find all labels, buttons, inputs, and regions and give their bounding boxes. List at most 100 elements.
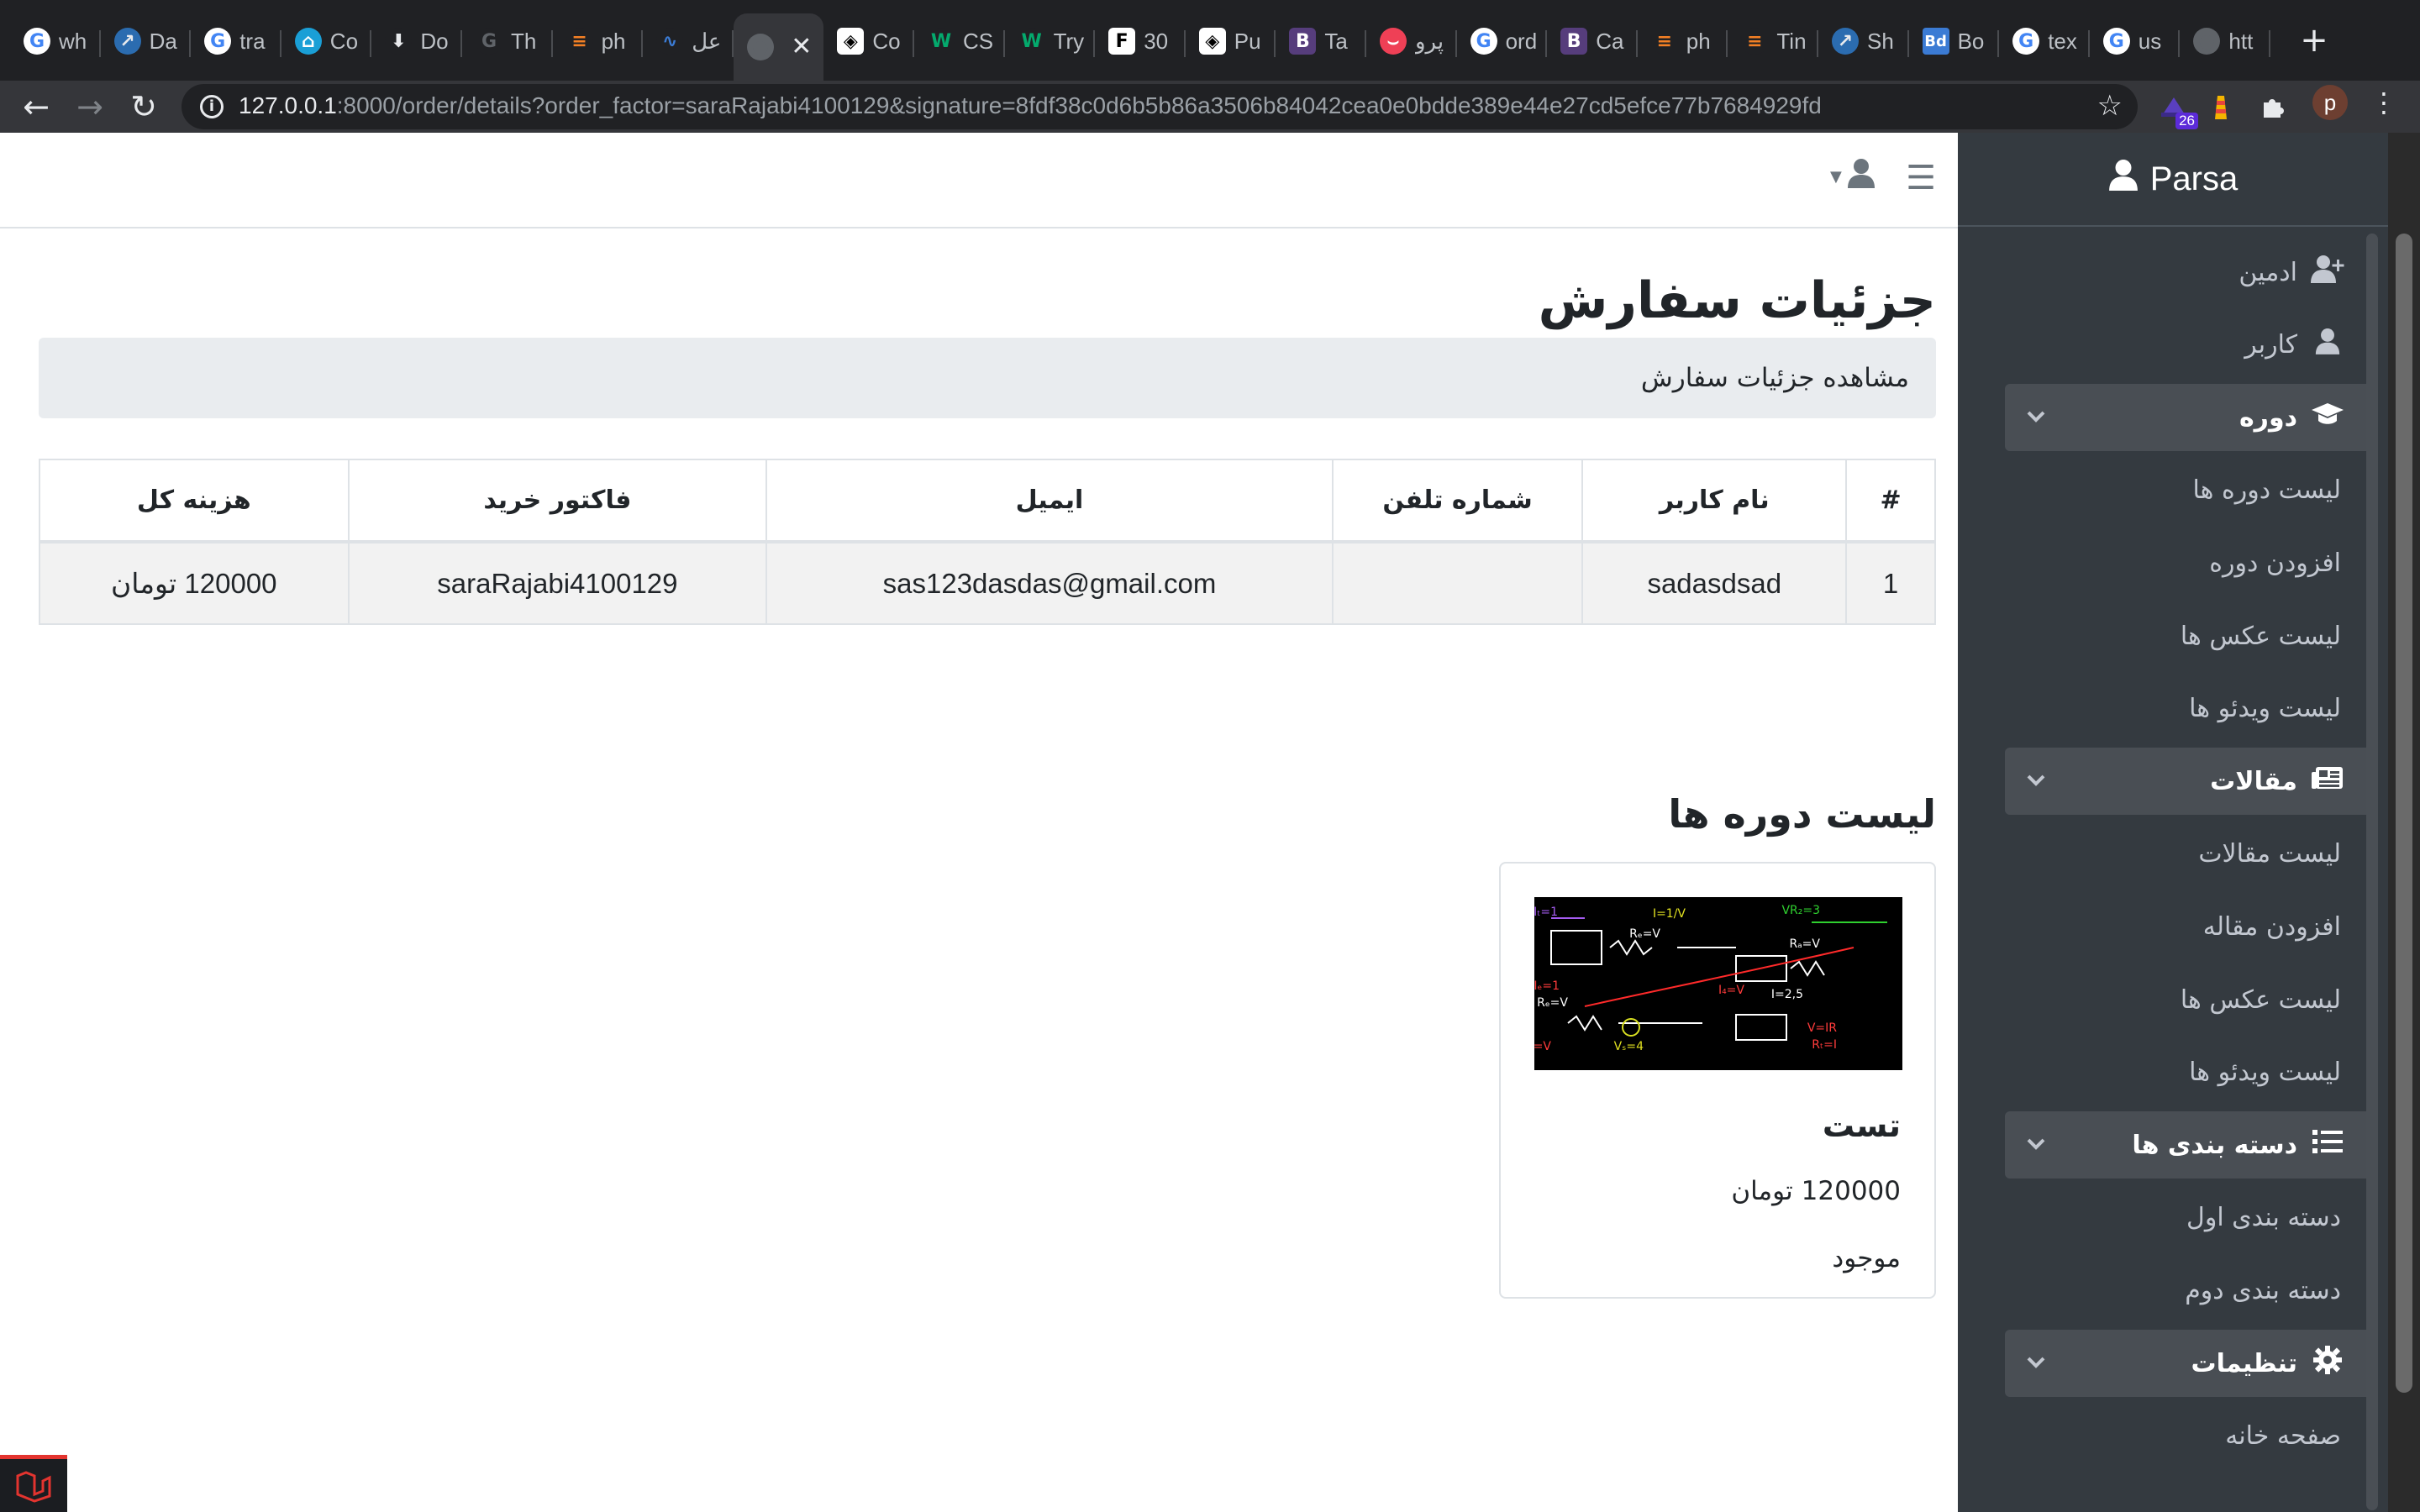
chevron-down-icon (2027, 1350, 2045, 1375)
sidebar-item-label: لیست مقالات (2198, 839, 2341, 869)
browser-tab[interactable]: ◈ Co (823, 13, 914, 69)
browser-tab[interactable]: ↗ Da (101, 13, 192, 69)
page-scrollbar[interactable] (2388, 133, 2420, 1512)
browser-tab[interactable]: F 30 (1095, 13, 1186, 69)
address-bar[interactable]: i 127.0.0.1:8000/order/details?order_fac… (182, 84, 2138, 129)
reload-icon[interactable]: ↻ (123, 86, 165, 128)
browser-tab[interactable]: Gtex (1999, 13, 2090, 69)
tab-title: us (2138, 28, 2162, 54)
menu-toggle-icon[interactable]: ☰ (1904, 161, 1938, 195)
table-cell: 120000 تومان (39, 541, 350, 625)
browser-tab[interactable]: Gtra (191, 13, 281, 69)
browser-tab[interactable]: ● ✕ (733, 13, 824, 81)
back-icon[interactable]: ← (15, 86, 57, 128)
bookmark-star-icon[interactable]: ☆ (2097, 89, 2123, 123)
sidebar-item[interactable]: مقالات (2005, 748, 2375, 816)
column-header: # (1845, 459, 1936, 543)
tab-title: Da (149, 28, 177, 54)
sidebar-item[interactable]: لیست ویدئو ها (2005, 1039, 2375, 1106)
browser-tab[interactable]: ◈ Pu (1186, 13, 1276, 69)
extension-lighthouse-icon[interactable] (2203, 89, 2238, 124)
tab-title: wh (59, 28, 87, 54)
sidebar-item[interactable]: دوره (2005, 384, 2375, 452)
tab-title: ph (601, 28, 626, 54)
column-header: شماره تلفن (1331, 459, 1584, 543)
extension-hat-icon[interactable]: 26 (2156, 89, 2198, 129)
sidebar-item[interactable]: دسته بندی اول (2005, 1184, 2375, 1252)
sidebar-item[interactable]: لیست دوره ها (2005, 457, 2375, 524)
sidebar-item-label: کاربر (2244, 330, 2297, 360)
browser-tab[interactable]: ≡ Tin (1728, 13, 1818, 69)
tab-title: Do (420, 28, 449, 54)
tab-title: Co (872, 28, 901, 54)
extension-badge: 26 (2175, 113, 2198, 129)
browser-tab[interactable]: ≡ ph (553, 13, 644, 69)
svg-text:Vₜ=V: Vₜ=V (1534, 1040, 1551, 1053)
url-text[interactable]: 127.0.0.1:8000/order/details?order_facto… (239, 92, 1822, 119)
sidebar-item[interactable]: افزودن مقاله (2005, 893, 2375, 960)
sidebar-item[interactable]: ادمین (2005, 239, 2375, 306)
browser-tab[interactable]: Gord (1457, 13, 1548, 69)
rocket-icon: ↗ (113, 28, 141, 55)
profile-avatar[interactable]: p (2312, 85, 2348, 120)
sidebar-item[interactable]: لیست عکس ها (2005, 602, 2375, 669)
course-name: تست (1822, 1107, 1901, 1144)
tab-title: ord (1505, 28, 1538, 54)
sidebar-scrollbar[interactable] (2366, 234, 2378, 1510)
close-tab-icon[interactable]: ✕ (791, 32, 812, 61)
sidebar-item-label: دوره (2238, 402, 2297, 433)
f-icon: F (1108, 28, 1136, 55)
sidebar-item[interactable]: صفحه خانه (2005, 1403, 2375, 1470)
browser-tab[interactable]: Bd Bo (1909, 13, 2000, 69)
tab-title: tex (2048, 28, 2077, 54)
bd-icon: Bd (1922, 28, 1949, 55)
browser-tab[interactable]: Gwh (10, 13, 101, 69)
new-tab-icon[interactable]: + (2296, 22, 2333, 59)
site-info-icon[interactable]: i (200, 95, 224, 118)
sidebar-item[interactable]: دسته بندی دوم (2005, 1257, 2375, 1324)
browser-tab[interactable]: Gus (2090, 13, 2181, 69)
laravel-debugbar-icon[interactable] (0, 1455, 67, 1512)
google-icon: G (2012, 28, 2040, 55)
browser-menu-icon[interactable]: ⋮ (2366, 85, 2402, 120)
browser-tab[interactable]: W CS (914, 13, 1005, 69)
svg-text:Rₑ=V: Rₑ=V (1629, 927, 1660, 941)
tab-title: Ca (1596, 28, 1624, 54)
browser-tab[interactable]: ⌣ پرو (1366, 13, 1457, 69)
sidebar-item[interactable]: کاربر (2005, 312, 2375, 379)
waveform-icon: ∿ (656, 28, 684, 55)
svg-text:I=1/V: I=1/V (1653, 907, 1686, 921)
sidebar-item-label: دسته بندی ها (2132, 1130, 2297, 1160)
main-content: جزئیات سفارش مشاهده جزئیات سفارش # نام ک… (39, 265, 1936, 1299)
sidebar-item[interactable]: لیست مقالات (2005, 821, 2375, 888)
browser-tab[interactable]: ↗ Sh (1818, 13, 1909, 69)
extensions-puzzle-icon[interactable] (2255, 89, 2291, 124)
user-dropdown[interactable]: ▼ (1830, 158, 1876, 195)
table-cell: sas123dasdas@gmail.com (765, 541, 1334, 625)
chevron-down-icon (2027, 1131, 2045, 1157)
bootstrap-icon: B (1289, 28, 1317, 55)
forward-icon[interactable]: → (69, 86, 111, 128)
sidebar-item[interactable]: تنظیمات (2005, 1330, 2375, 1397)
scrollbar-thumb[interactable] (2396, 234, 2412, 1393)
sidebar-item[interactable]: لیست ویدئو ها (2005, 675, 2375, 743)
browser-tab[interactable]: W Try (1005, 13, 1096, 69)
browser-tab[interactable]: ∿ عل (643, 13, 734, 69)
rocket-icon: ↗ (1832, 28, 1859, 55)
tab-title: Pu (1234, 28, 1261, 54)
course-card[interactable]: I₁=I₂ Iₜ=1 I=1/V VR₂=3 Rₑ=V Rₐ=V Iᵣ=2 Iₑ… (1499, 862, 1936, 1299)
browser-tab[interactable]: B Ca (1547, 13, 1638, 69)
course-status: موجود (1832, 1243, 1901, 1273)
sidebar-brand[interactable]: Parsa (1958, 133, 2388, 227)
sidebar-item[interactable]: دسته بندی ها (2005, 1111, 2375, 1179)
codepen-icon: ◈ (837, 28, 865, 55)
browser-tab[interactable]: ● htt (2180, 13, 2270, 69)
browser-tab[interactable]: B Ta (1276, 13, 1366, 69)
browser-tab[interactable]: ⬇ Do (371, 13, 462, 69)
browser-tab[interactable]: ⌂ Co (281, 13, 372, 69)
newspaper-icon (2307, 764, 2348, 798)
browser-tab[interactable]: G Th (462, 13, 553, 69)
browser-tab[interactable]: ≡ ph (1638, 13, 1728, 69)
sidebar-item[interactable]: لیست عکس ها (2005, 966, 2375, 1033)
sidebar-item[interactable]: افزودن دوره (2005, 529, 2375, 596)
